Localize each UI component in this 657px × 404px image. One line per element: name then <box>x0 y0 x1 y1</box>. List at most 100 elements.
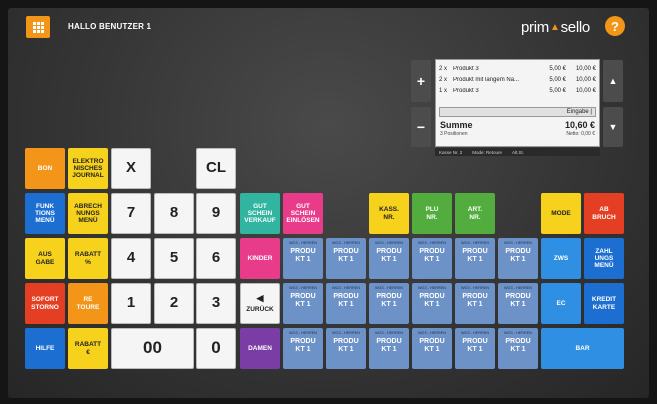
product-group-label: WG3 - HERREN <box>288 241 318 245</box>
product-group-label: WG3 - HERREN <box>503 286 533 290</box>
digit-2-button[interactable]: 2 <box>154 283 194 324</box>
product-button[interactable]: WG3 - HERREN PRODU KT 1 <box>369 328 409 369</box>
voucher-redeem-button[interactable]: GUT SCHEIN EINLÖSEN <box>283 193 323 234</box>
mode-button[interactable]: MODE <box>541 193 581 234</box>
product-button[interactable]: WG3 - HERREN PRODU KT 1 <box>455 328 495 369</box>
credit-card-button[interactable]: KREDIT KARTE <box>584 283 624 324</box>
product-group-label: WG3 - HERREN <box>460 286 490 290</box>
discount-euro-button[interactable]: RABATT € <box>68 328 108 369</box>
voucher-sale-button[interactable]: GUT SCHEIN VERKAUF <box>240 193 280 234</box>
product-button[interactable]: WG3 - HERREN PRODU KT 1 <box>455 238 495 279</box>
kids-category-button[interactable]: KINDER <box>240 238 280 279</box>
product-group-label: WG3 - HERREN <box>374 331 404 335</box>
product-button[interactable]: WG3 - HERREN PRODU KT 1 <box>412 238 452 279</box>
mode-status: Mode: Retoure <box>472 149 503 155</box>
product-label: PRODU KT 1 <box>290 248 316 263</box>
product-group-label: WG3 - HERREN <box>460 331 490 335</box>
abort-button[interactable]: AB BRUCH <box>584 193 624 234</box>
product-group-label: WG3 - HERREN <box>331 331 361 335</box>
product-button[interactable]: WG3 - HERREN PRODU KT 1 <box>498 328 538 369</box>
scroll-up-button[interactable]: ▲ <box>603 60 623 102</box>
digit-5-button[interactable]: 5 <box>154 238 194 279</box>
plu-number-button[interactable]: PLU NR. <box>412 193 452 234</box>
register-number: Kasse Nr. 2 <box>439 149 463 155</box>
product-group-label: WG3 - HERREN <box>417 241 447 245</box>
product-button[interactable]: WG3 - HERREN PRODU KT 1 <box>326 283 366 324</box>
input-field[interactable]: Eingabe | <box>439 107 596 117</box>
digit-6-button[interactable]: 6 <box>196 238 236 279</box>
payout-button[interactable]: AUS GABE <box>25 238 65 279</box>
product-label: PRODU KT 1 <box>290 293 316 308</box>
art-status: Alt.St. <box>512 149 525 155</box>
product-label: PRODU KT 1 <box>376 338 402 353</box>
pos-screen: HALLO BENUTZER 1 prim ▲ sello ? + − ▲ ▼ 2 … <box>8 8 649 398</box>
sum-label: Summe <box>440 120 473 130</box>
product-button[interactable]: WG3 - HERREN PRODU KT 1 <box>283 328 323 369</box>
billing-menu-button[interactable]: ABRECH NUNGS MENÜ <box>68 193 108 234</box>
product-button[interactable]: WG3 - HERREN PRODU KT 1 <box>326 238 366 279</box>
electronic-journal-button[interactable]: ELEKTRO NISCHES JOURNAL <box>68 148 108 189</box>
product-label: PRODU KT 1 <box>419 293 445 308</box>
product-group-label: WG3 - HERREN <box>331 241 361 245</box>
product-group-label: WG3 - HERREN <box>374 286 404 290</box>
product-button[interactable]: WG3 - HERREN PRODU KT 1 <box>455 283 495 324</box>
back-button[interactable]: ◀ ZURÜCK <box>240 283 280 324</box>
product-button[interactable]: WG3 - HERREN PRODU KT 1 <box>498 238 538 279</box>
grid-menu-icon[interactable] <box>26 16 50 38</box>
product-label: PRODU KT 1 <box>505 293 531 308</box>
help-key-button[interactable]: HILFE <box>25 328 65 369</box>
product-button[interactable]: WG3 - HERREN PRODU KT 1 <box>369 283 409 324</box>
product-group-label: WG3 - HERREN <box>288 286 318 290</box>
discount-percent-button[interactable]: RABATT % <box>68 238 108 279</box>
receipt-line[interactable]: 1 x Produkt 3 5,00 € 10,00 € <box>439 86 596 96</box>
product-button[interactable]: WG3 - HERREN PRODU KT 1 <box>283 283 323 324</box>
product-label: PRODU KT 1 <box>419 248 445 263</box>
product-label: PRODU KT 1 <box>505 248 531 263</box>
product-button[interactable]: WG3 - HERREN PRODU KT 1 <box>412 328 452 369</box>
receipt-display: 2 x Produkt 3 5,00 € 10,00 € 2 x Produkt… <box>435 59 600 147</box>
help-button[interactable]: ? <box>605 16 625 36</box>
clear-button[interactable]: CL <box>196 148 236 189</box>
cash-button[interactable]: BAR <box>541 328 624 369</box>
digit-4-button[interactable]: 4 <box>111 238 151 279</box>
x-button[interactable]: X <box>111 148 151 189</box>
status-bar: Kasse Nr. 2 Mode: Retoure Alt.St. <box>435 148 600 156</box>
product-label: PRODU KT 1 <box>333 338 359 353</box>
bon-button[interactable]: BON <box>25 148 65 189</box>
product-button[interactable]: WG3 - HERREN PRODU KT 1 <box>326 328 366 369</box>
product-button[interactable]: WG3 - HERREN PRODU KT 1 <box>283 238 323 279</box>
digit-8-button[interactable]: 8 <box>154 193 194 234</box>
digit-0-button[interactable]: 0 <box>196 328 236 369</box>
product-group-label: WG3 - HERREN <box>460 241 490 245</box>
product-button[interactable]: WG3 - HERREN PRODU KT 1 <box>498 283 538 324</box>
receipt-line[interactable]: 2 x Produkt 3 5,00 € 10,00 € <box>439 64 596 74</box>
product-group-label: WG3 - HERREN <box>417 331 447 335</box>
function-menu-button[interactable]: FUNK TIONS MENÜ <box>25 193 65 234</box>
netto-value: Netto: 0,00 € <box>566 131 595 137</box>
article-number-button[interactable]: ART. NR. <box>455 193 495 234</box>
product-group-label: WG3 - HERREN <box>331 286 361 290</box>
payment-menu-button[interactable]: ZAHL UNGS MENÜ <box>584 238 624 279</box>
digit-1-button[interactable]: 1 <box>111 283 151 324</box>
register-number-button[interactable]: KASS. NR. <box>369 193 409 234</box>
digit-9-button[interactable]: 9 <box>196 193 236 234</box>
digit-7-button[interactable]: 7 <box>111 193 151 234</box>
instant-cancel-button[interactable]: SOFORT STORNO <box>25 283 65 324</box>
brand-logo: prim ▲ sello <box>521 18 590 36</box>
product-button[interactable]: WG3 - HERREN PRODU KT 1 <box>412 283 452 324</box>
product-label: PRODU KT 1 <box>376 248 402 263</box>
ec-card-button[interactable]: EC <box>541 283 581 324</box>
women-category-button[interactable]: DAMEN <box>240 328 280 369</box>
receipt-line[interactable]: 2 x Produkt mit langem Na... 5,00 € 10,0… <box>439 75 596 85</box>
digit-3-button[interactable]: 3 <box>196 283 236 324</box>
sum-value: 10,60 € <box>564 120 595 130</box>
plus-button[interactable]: + <box>411 60 431 102</box>
product-label: PRODU KT 1 <box>376 293 402 308</box>
return-button[interactable]: RE TOURE <box>68 283 108 324</box>
minus-button[interactable]: − <box>411 107 431 147</box>
product-button[interactable]: WG3 - HERREN PRODU KT 1 <box>369 238 409 279</box>
scroll-down-button[interactable]: ▼ <box>603 107 623 147</box>
digit-00-button[interactable]: 00 <box>111 328 194 369</box>
subtotal-button[interactable]: ZWS <box>541 238 581 279</box>
product-group-label: WG3 - HERREN <box>374 241 404 245</box>
